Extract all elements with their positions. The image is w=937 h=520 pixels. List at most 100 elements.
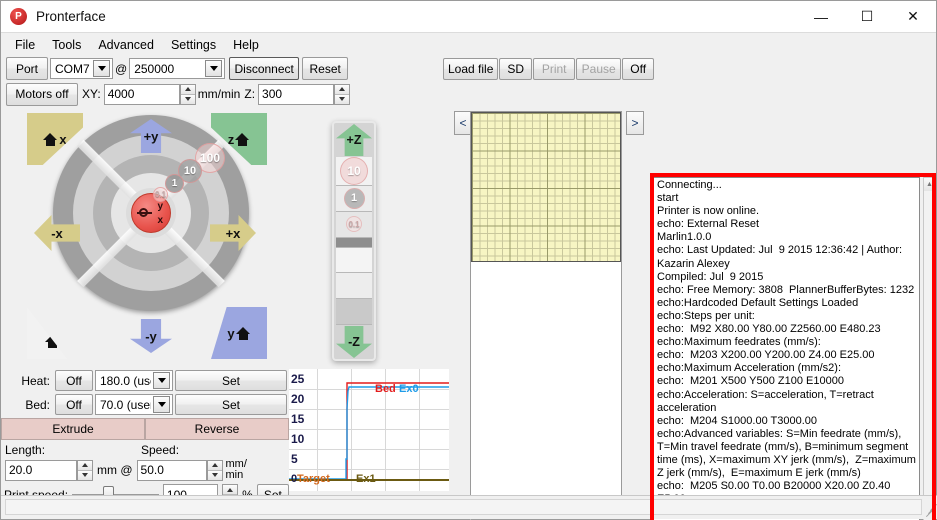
extruder-inputs: 20.0 mm @ 50.0 mm/ min: [1, 459, 289, 481]
graph-plot-area[interactable]: 25 20 15 10 5 0 Target Ex1 Bed Ex0: [289, 369, 449, 491]
disconnect-button[interactable]: Disconnect: [229, 57, 300, 80]
window-title: Pronterface: [36, 9, 106, 24]
connection-toolbar: Port COM7 @ 250000 Disconnect Reset Load…: [1, 56, 936, 81]
motion-toolbar: Motors off XY: 4000 mm/min Z: 300: [1, 81, 936, 107]
chevron-down-icon: [205, 60, 223, 77]
baud-select[interactable]: 250000: [129, 58, 226, 79]
z-feedrate-input[interactable]: 300: [258, 83, 335, 105]
z-step-10: 10: [340, 157, 368, 185]
xy-step-1[interactable]: 1: [165, 174, 184, 193]
home-crosshair-icon: y x: [137, 201, 165, 226]
status-bar-field: [5, 499, 922, 515]
menu-item-tools[interactable]: Tools: [46, 35, 92, 55]
model-viewer[interactable]: [470, 111, 622, 504]
z-label: Z:: [244, 87, 256, 101]
z-step-0-1-row[interactable]: 0.1: [336, 211, 372, 238]
print-button[interactable]: Print: [533, 57, 576, 80]
hotend-temp-select[interactable]: 180.0 (user: [95, 370, 173, 391]
xy-label: XY:: [82, 87, 101, 101]
load-file-button[interactable]: Load file: [443, 57, 499, 80]
temperature-controls: Heat: Off 180.0 (user Set Bed: Off 70.0 …: [1, 369, 289, 505]
menu-item-advanced[interactable]: Advanced: [92, 35, 165, 55]
z-step-10-row[interactable]: 10: [336, 157, 372, 186]
hotend-off-button[interactable]: Off: [55, 370, 93, 391]
xy-step-0-1[interactable]: 0.1: [153, 187, 168, 202]
z-step-0-1: 0.1: [346, 216, 362, 233]
jog-y-minus-button[interactable]: -y: [130, 319, 172, 353]
extruder-buttons: Extrude Reverse: [1, 418, 289, 440]
bed-temp-select[interactable]: 70.0 (user): [95, 394, 173, 415]
bed-set-button[interactable]: Set: [175, 394, 287, 415]
z-step-1-row[interactable]: 1: [336, 186, 372, 212]
status-bar: [1, 495, 937, 519]
z-empty-row-3[interactable]: [336, 299, 372, 325]
resize-grip-icon[interactable]: [922, 503, 937, 518]
bed-label: Bed:: [25, 397, 50, 412]
speed-stepper[interactable]: [206, 459, 223, 481]
reverse-button[interactable]: Reverse: [145, 418, 289, 440]
sd-button[interactable]: SD: [499, 57, 533, 80]
speed-input[interactable]: 50.0: [136, 459, 207, 481]
console-panel: Connecting... start Printer is now onlin…: [653, 177, 936, 520]
port-button[interactable]: Port: [6, 57, 48, 80]
maximize-icon[interactable]: ☐: [844, 1, 890, 32]
jog-center-y-label: y: [157, 201, 163, 212]
xy-feedrate-input[interactable]: 4000: [103, 83, 180, 105]
console-scrollbar[interactable]: ▲ ▼: [923, 177, 936, 520]
control-panel: y x +y -y -x +x x z y 100 10 1 0.1 +Z 10…: [1, 107, 376, 519]
speed-label: Speed:: [141, 443, 180, 457]
extruder-field-labels: Length: Speed:: [1, 443, 289, 457]
z-plus-button[interactable]: +Z: [336, 124, 372, 156]
legend-ex1: Ex1: [356, 473, 376, 485]
length-input[interactable]: 20.0: [5, 459, 77, 481]
bed-off-button[interactable]: Off: [55, 394, 93, 415]
length-label: Length:: [5, 443, 46, 457]
z-jog-control: +Z 10 1 0.1 -Z: [332, 121, 376, 361]
scroll-up-icon[interactable]: ▲: [924, 178, 935, 191]
legend-bed: Bed: [375, 383, 396, 395]
menu-item-help[interactable]: Help: [227, 35, 270, 55]
close-icon[interactable]: ✕: [890, 1, 936, 32]
port-select[interactable]: COM7: [50, 58, 113, 79]
hotend-row: Heat: Off 180.0 (user Set: [1, 369, 289, 392]
pause-button[interactable]: Pause: [576, 57, 622, 80]
reset-button[interactable]: Reset: [302, 57, 349, 80]
z-minus-button[interactable]: -Z: [336, 325, 372, 358]
xy-feedrate-stepper[interactable]: [179, 83, 196, 105]
home-all-button[interactable]: [27, 307, 83, 359]
legend-ex0: Ex0: [399, 383, 419, 395]
home-icon: [43, 132, 58, 146]
home-y-button[interactable]: y: [211, 307, 267, 359]
length-stepper[interactable]: [77, 459, 93, 481]
pronterface-icon: [10, 8, 27, 25]
home-icon: [44, 334, 60, 348]
legend-target: Target: [297, 473, 330, 485]
motors-off-button[interactable]: Motors off: [6, 82, 78, 106]
menu-bar: File Tools Advanced Settings Help: [1, 33, 936, 56]
chevron-down-icon: [153, 396, 170, 413]
menu-item-settings[interactable]: Settings: [165, 35, 227, 55]
hotend-set-button[interactable]: Set: [175, 370, 287, 391]
viewer-next-button[interactable]: >: [626, 111, 644, 135]
z-feedrate-stepper[interactable]: [334, 83, 351, 105]
print-bed-grid: [471, 112, 621, 262]
port-select-value: COM7: [55, 61, 90, 76]
off-button[interactable]: Off: [622, 57, 655, 80]
title-bar: Pronterface — ☐ ✕: [1, 1, 936, 33]
minimize-icon[interactable]: —: [798, 1, 844, 32]
pronterface-window: Pronterface — ☐ ✕ File Tools Advanced Se…: [0, 0, 937, 520]
home-y-label: y: [227, 325, 235, 341]
z-empty-row-1[interactable]: [336, 247, 372, 274]
baud-select-value: 250000: [134, 61, 175, 76]
console-log[interactable]: Connecting... start Printer is now onlin…: [653, 177, 920, 520]
z-empty-row-2[interactable]: [336, 273, 372, 300]
bed-temp-value: 70.0 (user): [100, 397, 151, 412]
main-body: y x +y -y -x +x x z y 100 10 1 0.1 +Z 10…: [1, 107, 936, 520]
feedrate-units-label: mm/min: [197, 87, 241, 101]
menu-item-file[interactable]: File: [9, 35, 46, 55]
z-step-1: 1: [343, 187, 365, 209]
length-units-label: mm @: [97, 463, 133, 477]
hotend-label: Heat:: [21, 373, 50, 388]
extrude-button[interactable]: Extrude: [1, 418, 145, 440]
window-controls: — ☐ ✕: [798, 1, 936, 32]
